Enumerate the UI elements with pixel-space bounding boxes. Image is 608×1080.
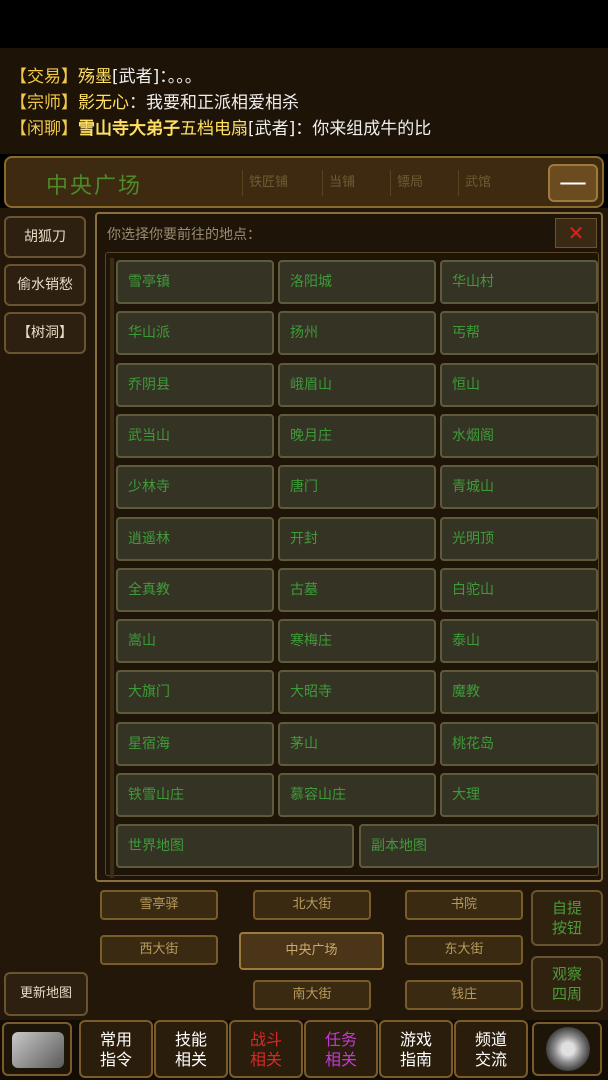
location-button[interactable]: 扬州 <box>278 311 436 355</box>
header-tab-blacksmith[interactable]: 铁匠铺 <box>242 170 294 196</box>
chat-line: 【交易】殇墨[武者]：。。。 <box>10 64 608 90</box>
common-commands-label: 常用 指令 <box>99 1030 132 1069</box>
channel-chat-label: 频道 交流 <box>474 1030 507 1069</box>
location-button[interactable]: 魔教 <box>440 670 598 714</box>
refresh-map-button[interactable]: 更新地图 <box>4 972 88 1016</box>
location-button[interactable]: 茅山 <box>278 722 436 766</box>
location-button[interactable]: 泰山 <box>440 619 598 663</box>
chat-sender[interactable]: 影无心 <box>78 93 129 113</box>
nav-button-west[interactable]: 西大街 <box>100 935 218 965</box>
chat-line-faded <box>10 48 608 64</box>
dungeon-map-button[interactable]: 副本地图 <box>359 824 599 868</box>
location-button[interactable]: 水烟阁 <box>440 414 598 458</box>
chat-line: 【闲聊】雪山寺大弟子五档电扇[武者]：你来组成牛的比 <box>10 116 608 142</box>
tasks-button[interactable]: 任务 相关 <box>304 1020 378 1078</box>
game-guide-label: 游戏 指南 <box>399 1030 432 1069</box>
chat-message: ：你来组成牛的比 <box>295 119 432 139</box>
device-glyph <box>12 1032 64 1068</box>
location-button[interactable]: 桃花岛 <box>440 722 598 766</box>
location-button[interactable]: 乔阴县 <box>116 363 274 407</box>
location-header: 中央广场 铁匠铺 当铺 镖局 武馆 — <box>4 156 604 208</box>
side-button-2[interactable]: 偷水销愁 <box>4 264 86 306</box>
location-button[interactable]: 大昭寺 <box>278 670 436 714</box>
location-button[interactable]: 慕容山庄 <box>278 773 436 817</box>
world-map-button[interactable]: 世界地图 <box>116 824 354 868</box>
location-button[interactable]: 丐帮 <box>440 311 598 355</box>
nav-button-north[interactable]: 北大街 <box>253 890 371 920</box>
location-button[interactable]: 华山村 <box>440 260 598 304</box>
settings-gear-icon[interactable] <box>532 1022 602 1076</box>
location-button[interactable]: 峨眉山 <box>278 363 436 407</box>
chat-sender[interactable]: 五档电扇 <box>180 119 248 139</box>
tasks-label: 任务 相关 <box>324 1030 357 1069</box>
location-button[interactable]: 大旗门 <box>116 670 274 714</box>
common-commands-button[interactable]: 常用 指令 <box>79 1020 153 1078</box>
location-button[interactable]: 星宿海 <box>116 722 274 766</box>
battle-button[interactable]: 战斗 相关 <box>229 1020 303 1078</box>
skills-button[interactable]: 技能 相关 <box>154 1020 228 1078</box>
channel-chat-button[interactable]: 频道 交流 <box>454 1020 528 1078</box>
chat-line: 【宗师】影无心：我要和正派相爱相杀 <box>10 90 608 116</box>
location-button[interactable]: 嵩山 <box>116 619 274 663</box>
location-button[interactable]: 大理 <box>440 773 598 817</box>
chat-channel-tag: 【闲聊】 <box>10 119 78 139</box>
location-button[interactable]: 唐门 <box>278 465 436 509</box>
map-scrollbar[interactable] <box>110 258 114 878</box>
chat-sender-title[interactable]: 雪山寺大弟子 <box>78 119 180 139</box>
location-button[interactable]: 晚月庄 <box>278 414 436 458</box>
location-button[interactable]: 全真教 <box>116 568 274 612</box>
nav-button-east[interactable]: 东大街 <box>405 935 523 965</box>
game-guide-button[interactable]: 游戏 指南 <box>379 1020 453 1078</box>
skills-label: 技能 相关 <box>174 1030 207 1069</box>
status-bar <box>0 0 608 52</box>
nav-button-north-west[interactable]: 雪亭驿 <box>100 890 218 920</box>
location-button[interactable]: 青城山 <box>440 465 598 509</box>
close-icon[interactable]: ✕ <box>555 218 597 248</box>
side-button-tree-hole[interactable]: 【树洞】 <box>4 312 86 354</box>
location-button[interactable]: 古墓 <box>278 568 436 612</box>
chat-message: ：。。。 <box>159 67 202 87</box>
chat-role: [武者] <box>112 67 160 87</box>
location-button[interactable]: 铁雪山庄 <box>116 773 274 817</box>
bottom-toolbar: 常用 指令 技能 相关 战斗 相关 任务 相关 游戏 指南 频道 交流 <box>0 1020 608 1080</box>
chat-sender[interactable]: 殇墨 <box>78 67 112 87</box>
look-around-label: 观察 四周 <box>551 965 582 1003</box>
auto-pick-label: 自提 按钮 <box>551 899 582 937</box>
location-button[interactable]: 雪亭镇 <box>116 260 274 304</box>
location-title: 中央广场 <box>46 174 143 199</box>
location-button[interactable]: 开封 <box>278 517 436 561</box>
location-button[interactable]: 华山派 <box>116 311 274 355</box>
header-tab-pawnshop[interactable]: 当铺 <box>322 170 361 196</box>
chat-message: ：我要和正派相爱相杀 <box>129 93 299 113</box>
nav-button-center[interactable]: 中央广场 <box>239 932 384 970</box>
location-button[interactable]: 洛阳城 <box>278 260 436 304</box>
look-around-button[interactable]: 观察 四周 <box>531 956 603 1012</box>
nav-button-north-east[interactable]: 书院 <box>405 890 523 920</box>
location-button[interactable]: 逍遥林 <box>116 517 274 561</box>
inventory-icon[interactable] <box>2 1022 72 1076</box>
side-button-1[interactable]: 胡狐刀 <box>4 216 86 258</box>
nav-button-south-east[interactable]: 钱庄 <box>405 980 523 1010</box>
header-tab-martial-hall[interactable]: 武馆 <box>458 170 497 196</box>
header-tab-escort[interactable]: 镖局 <box>390 170 429 196</box>
location-button[interactable]: 恒山 <box>440 363 598 407</box>
chat-channel-tag: 【宗师】 <box>10 93 78 113</box>
location-button[interactable]: 光明顶 <box>440 517 598 561</box>
map-prompt-text: 你选择你要前往的地点： <box>107 227 261 243</box>
location-button[interactable]: 寒梅庄 <box>278 619 436 663</box>
gear-glyph <box>546 1027 590 1071</box>
auto-pick-button[interactable]: 自提 按钮 <box>531 890 603 946</box>
collapse-button[interactable]: — <box>548 164 598 202</box>
chat-channel-tag: 【交易】 <box>10 67 78 87</box>
location-button[interactable]: 少林寺 <box>116 465 274 509</box>
location-button[interactable]: 武当山 <box>116 414 274 458</box>
chat-panel[interactable]: 【交易】殇墨[武者]：。。。 【宗师】影无心：我要和正派相爱相杀 【闲聊】雪山寺… <box>0 48 608 154</box>
chat-role: [武者] <box>248 119 296 139</box>
battle-label: 战斗 相关 <box>249 1030 282 1069</box>
nav-button-south[interactable]: 南大街 <box>253 980 371 1010</box>
location-button[interactable]: 白驼山 <box>440 568 598 612</box>
